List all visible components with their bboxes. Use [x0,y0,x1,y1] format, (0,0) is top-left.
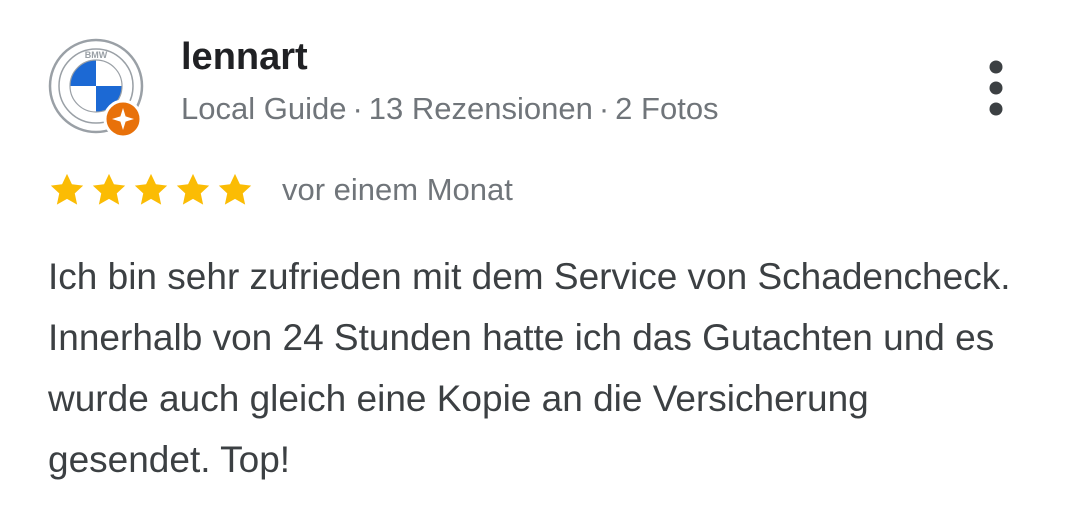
meta-separator: · [598,91,610,126]
review-card: BMW lennart Local Guide · 13 Rezensionen · 2… [0,0,1080,529]
author-level: Local Guide [181,91,347,126]
review-time: vor einem Monat [282,172,513,207]
author-photos-count: 2 Fotos [615,91,719,126]
star-icon [174,171,212,209]
star-icon [90,171,128,209]
author-meta: Local Guide · 13 Rezensionen · 2 Fotos [181,91,719,127]
more-vert-icon [989,60,1003,116]
star-icon [132,171,170,209]
meta-separator: · [352,91,363,126]
star-rating [48,171,258,209]
star-icon [216,171,254,209]
avatar-logo-text: BMW [85,50,108,60]
local-guide-badge-icon [103,99,143,139]
star-icon [48,171,86,209]
rating-row: vor einem Monat [48,166,513,214]
more-options-button[interactable] [976,58,1016,118]
author-name[interactable]: lennart [181,36,308,79]
author-reviews-count: 13 Rezensionen [368,91,593,126]
review-text: Ich bin sehr zufrieden mit dem Service v… [48,256,1011,480]
